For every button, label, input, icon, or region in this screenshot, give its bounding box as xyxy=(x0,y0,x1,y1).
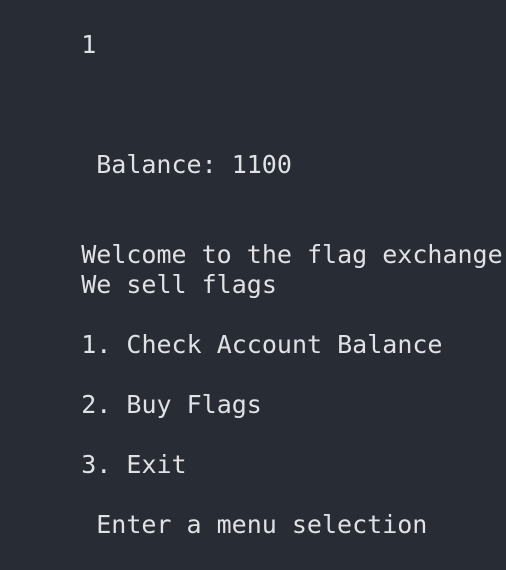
terminal-output[interactable]: 1 Balance: 1100 Welcome to the flag exch… xyxy=(0,0,506,564)
menu-item-label: Check Account Balance xyxy=(126,330,443,359)
menu-item-check-balance: 1. Check Account Balance xyxy=(21,300,442,359)
input-echo-text: 1 xyxy=(81,30,97,59)
input-echo: 1 xyxy=(21,0,96,59)
balance-line: Balance: 1100 xyxy=(36,120,292,179)
menu-item-exit: 3. Exit xyxy=(21,420,186,479)
tagline-line: We sell flags xyxy=(21,240,277,299)
menu-item-label: Exit xyxy=(126,450,187,479)
tagline-text: We sell flags xyxy=(81,270,277,299)
menu-item-number: 3. xyxy=(81,450,112,479)
menu-item-number: 2. xyxy=(81,390,112,419)
menu-item-buy-flags: 2. Buy Flags xyxy=(21,360,262,419)
menu-prompt: Enter a menu selection xyxy=(36,480,427,539)
balance-label: Balance: xyxy=(96,150,217,179)
menu-item-number: 1. xyxy=(81,330,112,359)
menu-item-label: Buy Flags xyxy=(126,390,262,419)
balance-value: 1100 xyxy=(231,150,292,179)
menu-prompt-text: Enter a menu selection xyxy=(96,510,428,539)
welcome-line: Welcome to the flag exchange xyxy=(21,210,502,269)
